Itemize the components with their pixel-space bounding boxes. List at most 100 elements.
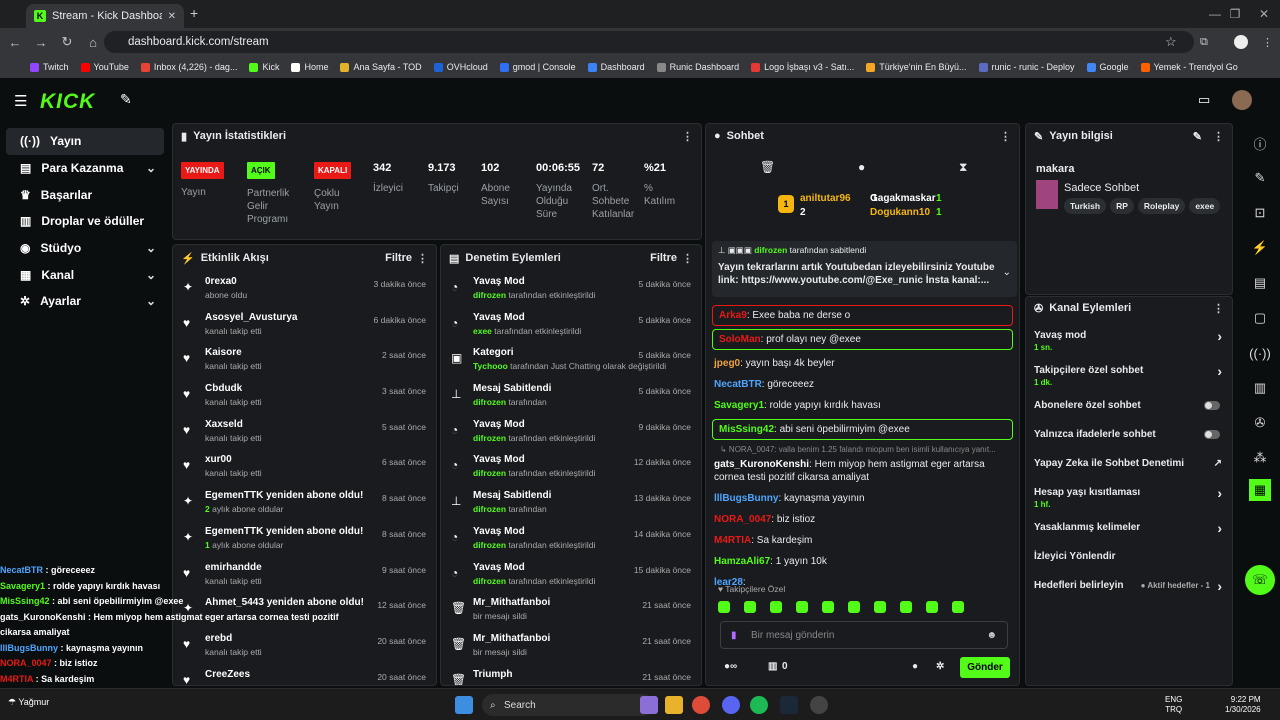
- bookmark-item[interactable]: Ana Sayfa - TOD: [340, 62, 422, 72]
- emote-icon[interactable]: [952, 601, 964, 613]
- moderation-row[interactable]: ⊥ Mesaj Sabitlendi difrozen tarafından 13 d…: [441, 485, 701, 521]
- emote-icon[interactable]: [822, 601, 834, 613]
- channel-action-item[interactable]: İzleyici Yönlendir: [1026, 544, 1232, 569]
- tag-chip[interactable]: exee: [1189, 198, 1221, 214]
- channel-action-item[interactable]: Yavaş mod 1 sn. ›: [1026, 323, 1232, 353]
- moderation-row[interactable]: ◔ Yavaş Mod difrozen tarafından etkinleşti…: [441, 271, 701, 307]
- chat-username[interactable]: M4RTIA: [714, 535, 751, 546]
- tag-chip[interactable]: Turkish: [1064, 198, 1107, 214]
- moderation-row[interactable]: ◔ Yavaş Mod exee tarafından etkinleştirild…: [441, 307, 701, 343]
- bookmark-item[interactable]: gmod | Console: [499, 62, 576, 72]
- more-icon[interactable]: ⋮: [1213, 130, 1224, 143]
- chat-username[interactable]: NORA_0047: [714, 514, 771, 525]
- info-icon[interactable]: ⓘ: [1246, 129, 1274, 157]
- chat-message[interactable]: HamzaAli67: 1 yayın 10k: [706, 551, 1019, 572]
- bookmark-item[interactable]: Runic Dashboard: [656, 62, 739, 72]
- chat-username[interactable]: Arka9: [719, 310, 747, 321]
- activity-row[interactable]: ✦ 0rexa0 abone oldu 3 dakika önce: [173, 271, 436, 307]
- hamburger-menu-icon[interactable]: ☰: [14, 92, 27, 110]
- bookmark-item[interactable]: Kick: [249, 62, 279, 72]
- bookmark-item[interactable]: Twitch: [30, 62, 69, 72]
- emote-icon[interactable]: [900, 601, 912, 613]
- chrome-icon[interactable]: [692, 696, 710, 714]
- activity-row[interactable]: ♥ Asosyel_Avusturya kanalı takip etti 6 dak…: [173, 307, 436, 343]
- bookmark-item[interactable]: Dashboard: [587, 62, 645, 72]
- moderation-row[interactable]: ◔ Yavaş Mod difrozen tarafından etkinleşti…: [441, 557, 701, 593]
- moderation-row[interactable]: 🗑 Mr_Mithatfanboi bir mesajı sildi 21 saat …: [441, 592, 701, 628]
- toggle-switch[interactable]: [1204, 401, 1220, 410]
- more-icon[interactable]: ⋮: [682, 252, 693, 265]
- tab-kick-dashboard[interactable]: K Stream - Kick Dashboard ✕: [26, 4, 184, 28]
- speech-icon[interactable]: ●: [858, 160, 865, 174]
- emote-icon[interactable]: [718, 601, 730, 613]
- chat-message[interactable]: Savagery1: rolde yapıyı kırdık havası: [706, 395, 1019, 416]
- chat-username[interactable]: Savagery1: [714, 400, 764, 411]
- chat-username[interactable]: MisSsing42: [719, 424, 774, 435]
- emote-icon[interactable]: [848, 601, 860, 613]
- moderation-row[interactable]: ⊥ Mesaj Sabitlendi difrozen tarafından 5 da…: [441, 378, 701, 414]
- bookmark-item[interactable]: Home: [291, 62, 328, 72]
- more-icon[interactable]: ⋮: [1213, 302, 1224, 315]
- app-icon[interactable]: [810, 696, 828, 714]
- emote-icon[interactable]: [770, 601, 782, 613]
- activity-filter-button[interactable]: Filtre: [385, 252, 412, 264]
- chat-message[interactable]: MisSsing42: abi seni öpebilirmiyim @exee: [712, 419, 1013, 440]
- chat-input[interactable]: ▮ Bir mesaj gönderin ☻: [720, 621, 1008, 649]
- spotify-icon[interactable]: [750, 696, 768, 714]
- kick-logo[interactable]: KICK: [40, 90, 95, 114]
- bookmark-item[interactable]: Yemek - Trendyol Go: [1140, 62, 1238, 72]
- home-button[interactable]: ⌂: [80, 35, 106, 50]
- chevron-down-icon[interactable]: ⌄: [1003, 267, 1011, 278]
- activity-row[interactable]: ♥ emirhandde kanalı takip etti 9 saat önce: [173, 557, 436, 593]
- chat-message[interactable]: gats_KuronoKenshi: Hem miyop hem astigma…: [706, 454, 1019, 488]
- game-icon[interactable]: ▦: [1249, 479, 1271, 501]
- emote-icon[interactable]: [744, 601, 756, 613]
- tray-clock[interactable]: 9:22 PM 1/30/2026: [1225, 695, 1261, 715]
- chat-message[interactable]: NORA_0047: biz istioz: [706, 509, 1019, 530]
- chat-message[interactable]: jpeg0: yayın başı 4k beyler: [706, 353, 1019, 374]
- chat-username[interactable]: lllBugsBunny: [714, 493, 778, 504]
- channel-action-item[interactable]: Abonelere özel sohbet: [1026, 393, 1232, 418]
- activity-row[interactable]: ♥ xur00 kanalı takip etti 6 saat önce: [173, 449, 436, 485]
- tag-chip[interactable]: Roleplay: [1137, 198, 1186, 214]
- tray-lang[interactable]: ENG TRQ: [1165, 695, 1182, 715]
- bookmark-item[interactable]: Google: [1086, 62, 1129, 72]
- channel-action-item[interactable]: Yapay Zeka ile Sohbet Denetimi ↗: [1026, 451, 1232, 476]
- chat-message[interactable]: M4RTIA: Sa kardeşim: [706, 530, 1019, 551]
- menu-icon[interactable]: ⋮: [1262, 36, 1273, 49]
- sidebar-item-droplar[interactable]: ▥ Droplar ve ödüller: [6, 208, 164, 235]
- channel-action-item[interactable]: Hedefleri belirleyin ● Aktif hedefler - 1…: [1026, 573, 1232, 598]
- url-input[interactable]: dashboard.kick.com/stream: [104, 31, 1194, 53]
- sidebar-item-para-kazanma[interactable]: ▤ Para Kazanma ⌄: [6, 155, 164, 182]
- layout-icon[interactable]: ▥: [1246, 374, 1274, 402]
- new-tab-button[interactable]: +: [190, 5, 198, 21]
- chat-message[interactable]: NecatBTR: göreceeez: [706, 374, 1019, 395]
- activity-row[interactable]: ♥ CreeZees 20 saat önce: [173, 664, 436, 685]
- sidebar-item-basarilar[interactable]: ♛ Başarılar: [6, 181, 164, 208]
- emote-icon[interactable]: [926, 601, 938, 613]
- nodes-icon[interactable]: ⁂: [1246, 444, 1274, 472]
- emoji-icon[interactable]: ☻: [986, 630, 997, 641]
- activity-row[interactable]: ♥ Kaisore kanalı takip etti 2 saat önce: [173, 342, 436, 378]
- document-icon[interactable]: ▤: [1246, 269, 1274, 297]
- bookmark-item[interactable]: YouTube: [80, 62, 129, 72]
- more-icon[interactable]: ⋮: [417, 252, 428, 265]
- cast-icon[interactable]: ▭: [1198, 92, 1210, 108]
- chat-message[interactable]: SoloMan: prof olayı ney @exee: [712, 329, 1013, 350]
- emote-icon[interactable]: [874, 601, 886, 613]
- bookmark-item[interactable]: OVHcloud: [433, 62, 488, 72]
- activity-row[interactable]: ♥ erebd kanalı takip etti 20 saat önce: [173, 628, 436, 664]
- chat-settings-icon[interactable]: ●: [912, 661, 918, 672]
- steam-icon[interactable]: [780, 696, 798, 714]
- channel-action-item[interactable]: Yalnızca ifadelerle sohbet: [1026, 422, 1232, 447]
- sidebar-item-ayarlar[interactable]: ✲ Ayarlar ⌄: [6, 288, 164, 315]
- close-window-button[interactable]: ✕: [1244, 0, 1280, 28]
- send-button[interactable]: Gönder: [960, 657, 1010, 678]
- gear-icon[interactable]: ✲: [936, 661, 944, 672]
- sidebar-item-studyo[interactable]: ◉ Stüdyo ⌄: [6, 235, 164, 262]
- chat-username[interactable]: NecatBTR: [714, 379, 762, 390]
- bookmark-item[interactable]: Logo İşbaşı v3 - Satı...: [751, 62, 854, 72]
- tag-chip[interactable]: RP: [1110, 198, 1134, 214]
- sidebar-item-kanal[interactable]: ▦ Kanal ⌄: [6, 261, 164, 288]
- channel-action-item[interactable]: Hesap yaşı kısıtlaması 1 hf. ›: [1026, 480, 1232, 510]
